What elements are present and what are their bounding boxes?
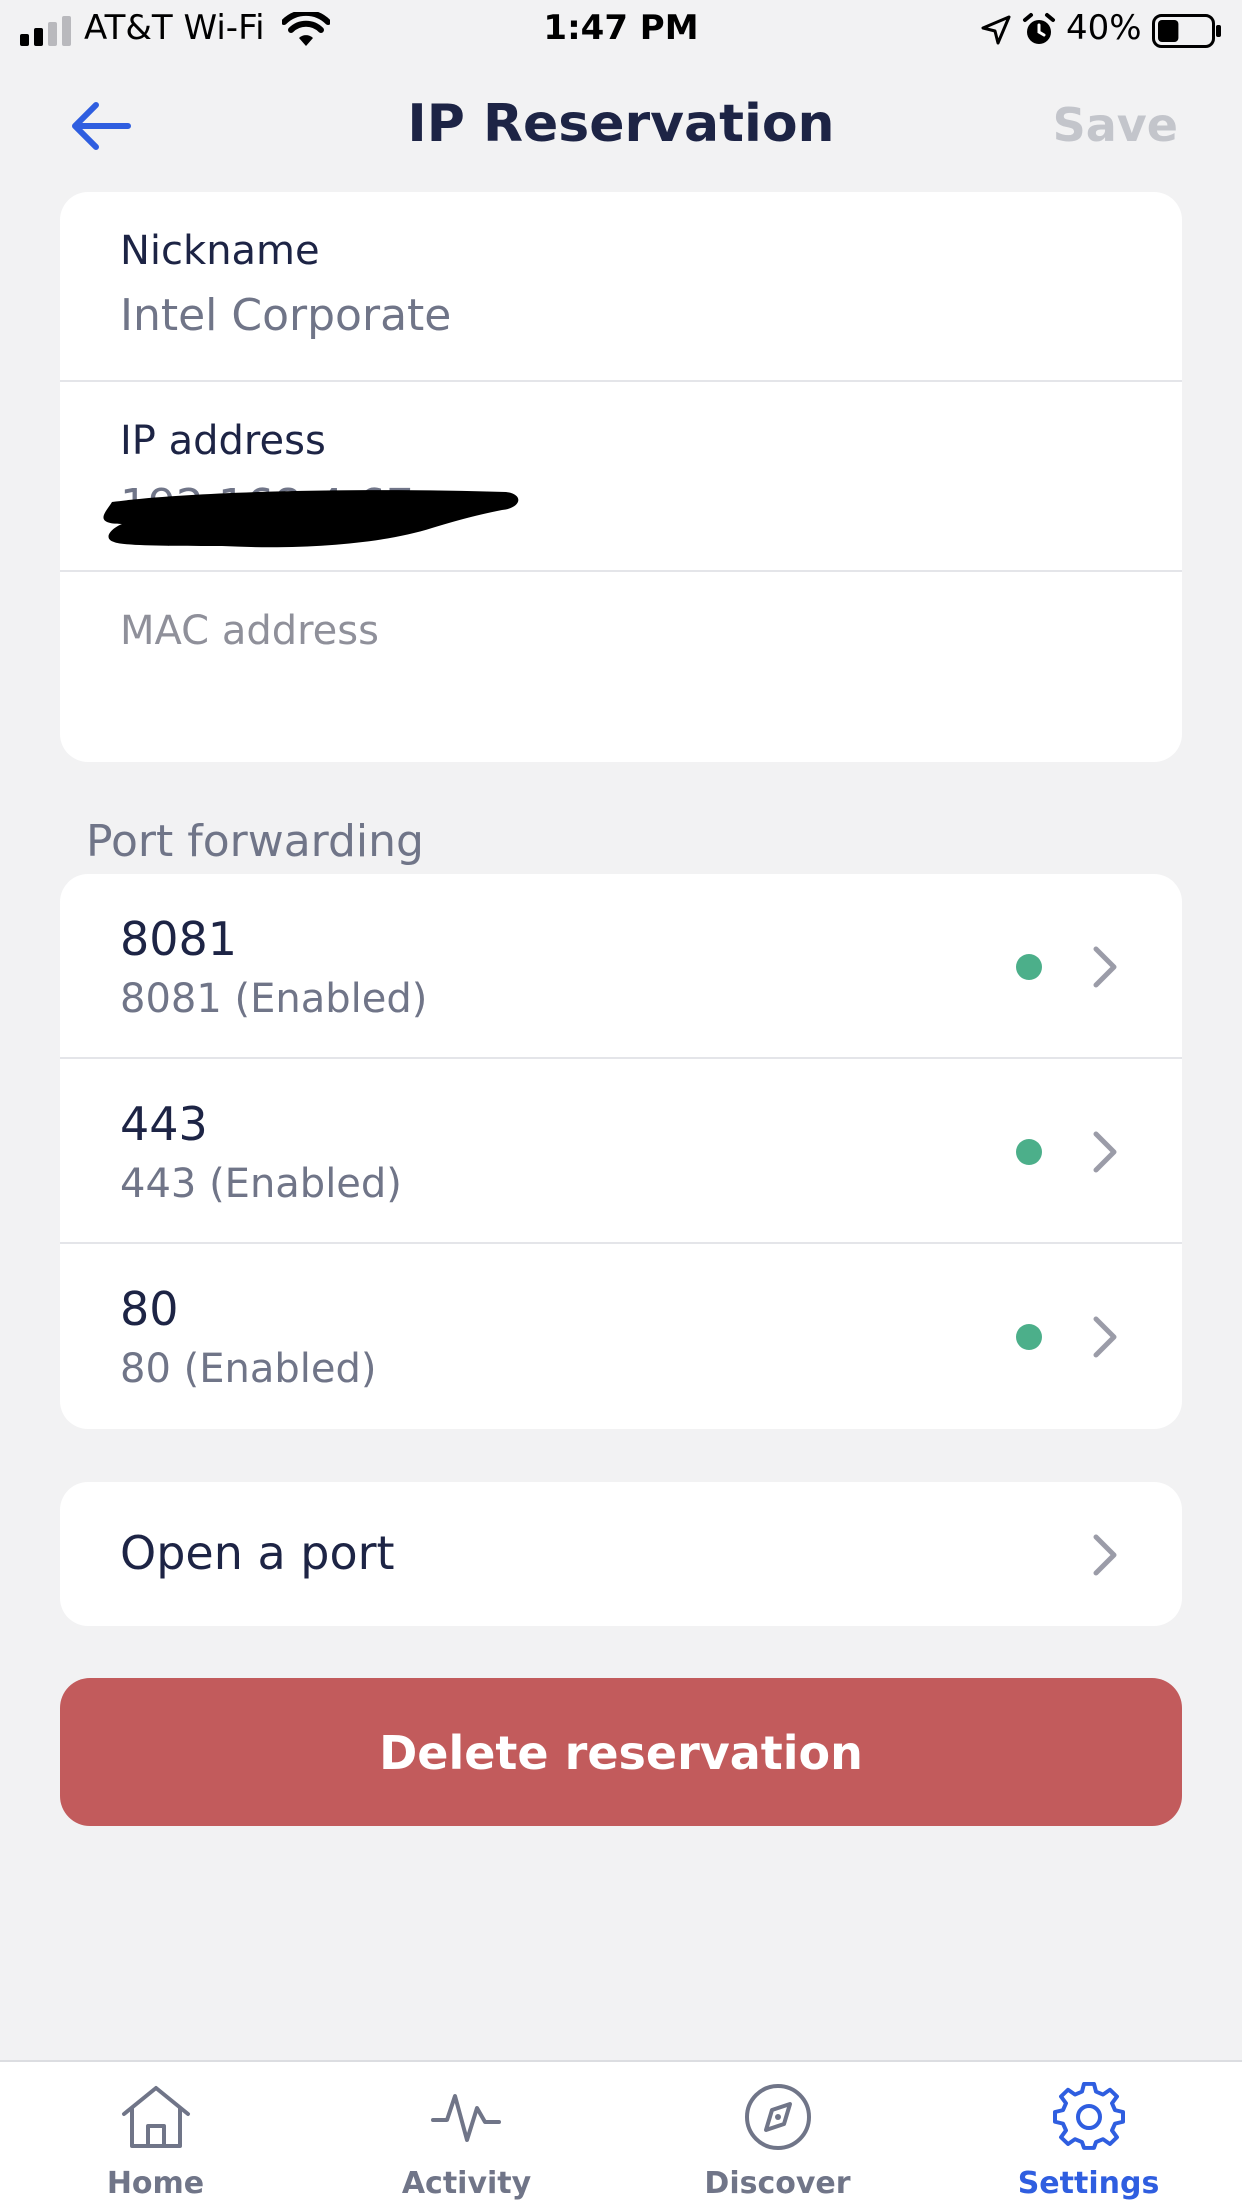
navigation-bar: IP Reservation Save [0,80,1242,170]
port-rule-row[interactable]: 8081 8081 (Enabled) [60,874,1182,1059]
location-arrow-icon [981,15,1011,45]
chevron-right-icon [1093,1131,1117,1173]
tab-home-label: Home [106,2166,205,2201]
activity-icon [431,2094,501,2142]
port-rule-title: 80 [120,1282,179,1336]
battery-percent: 40% [1066,8,1142,48]
nickname-label: Nickname [120,228,320,274]
port-rule-row[interactable]: 80 80 (Enabled) [60,1244,1182,1429]
port-forwarding-list: 8081 8081 (Enabled) 443 443 (Enabled) 80… [60,874,1182,1429]
tab-discover[interactable]: Discover [622,2062,933,2210]
alarm-clock-icon [1023,13,1055,44]
nickname-field[interactable]: Nickname Intel Corporate [60,192,1182,382]
port-rule-row[interactable]: 443 443 (Enabled) [60,1059,1182,1244]
tab-activity-label: Activity [401,2166,532,2201]
status-bar: AT&T Wi-Fi 1:47 PM 40% [0,0,1242,62]
mac-address-field: MAC address [60,572,1182,762]
chevron-right-icon [1093,1316,1117,1358]
enabled-status-dot [1016,1324,1042,1350]
tab-bar: Home Activity Discover Settings [0,2060,1242,2210]
compass-icon [745,2084,811,2150]
chevron-right-icon [1093,1534,1117,1576]
enabled-status-dot [1016,954,1042,980]
ip-address-label: IP address [120,418,326,464]
chevron-right-icon [1093,946,1117,988]
battery-icon [1152,14,1221,48]
nickname-value[interactable]: Intel Corporate [120,290,451,341]
mac-address-label: MAC address [120,608,379,654]
gear-icon [1053,2082,1125,2150]
open-port-row[interactable]: Open a port [60,1482,1182,1626]
port-rule-subtitle: 443 (Enabled) [120,1161,402,1207]
port-rule-subtitle: 80 (Enabled) [120,1346,377,1392]
tab-discover-label: Discover [704,2166,851,2201]
enabled-status-dot [1016,1139,1042,1165]
port-rule-subtitle: 8081 (Enabled) [120,976,428,1022]
tab-activity[interactable]: Activity [311,2062,622,2210]
open-port-label: Open a port [120,1526,395,1580]
mac-address-redaction [103,490,519,548]
open-port-card: Open a port [60,1482,1182,1626]
tab-settings-label: Settings [1017,2166,1160,2201]
home-icon [122,2086,190,2148]
delete-reservation-button[interactable]: Delete reservation [60,1678,1182,1826]
tab-home[interactable]: Home [0,2062,311,2210]
tab-settings[interactable]: Settings [933,2062,1242,2210]
port-rule-title: 443 [120,1097,208,1151]
port-rule-title: 8081 [120,912,238,966]
save-button[interactable]: Save [1053,98,1178,152]
port-forwarding-header: Port forwarding [86,816,424,867]
reservation-details-card: Nickname Intel Corporate IP address 192.… [60,192,1182,762]
